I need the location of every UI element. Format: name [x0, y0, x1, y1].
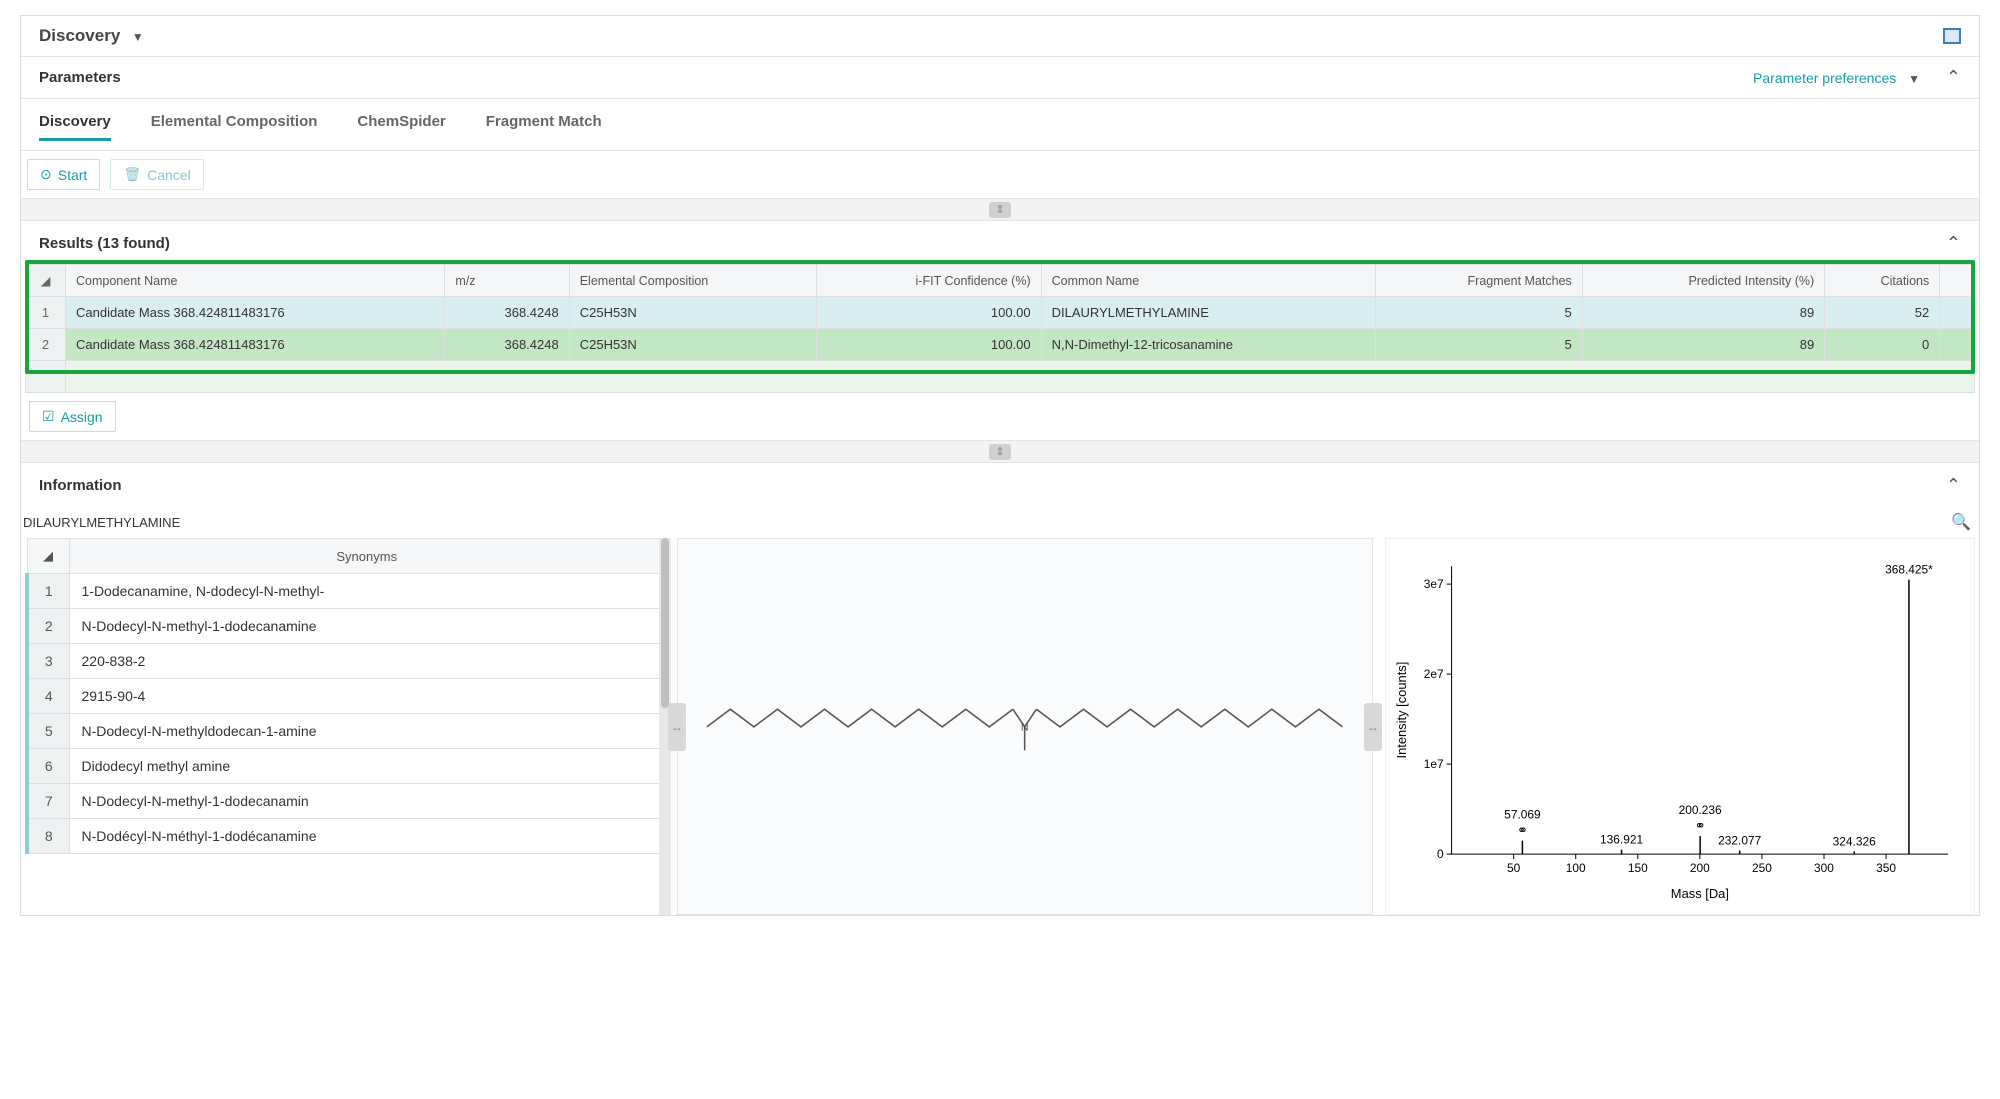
resize-handle-icon[interactable]: ↔ — [1364, 703, 1382, 751]
synonyms-table: ◢ Synonyms 11-Dodecanamine, N-dodecyl-N-… — [25, 538, 665, 854]
molecular-structure: N — [695, 668, 1354, 786]
window-icon[interactable] — [1943, 28, 1961, 44]
svg-text:N: N — [1021, 721, 1029, 733]
svg-text:100: 100 — [1566, 861, 1586, 875]
col-ifit[interactable]: i-FIT Confidence (%) — [816, 265, 1041, 297]
col-mz[interactable]: m/z — [445, 265, 569, 297]
collapse-parameters-icon[interactable]: ⌃ — [1946, 67, 1961, 87]
col-common-name[interactable]: Common Name — [1041, 265, 1375, 297]
list-item[interactable]: 2N-Dodecyl-N-methyl-1-dodecanamine — [27, 609, 665, 644]
col-synonyms[interactable]: Synonyms — [69, 539, 665, 574]
svg-text:57.069: 57.069 — [1504, 808, 1541, 822]
play-icon: ⊙ — [40, 166, 52, 183]
caret-down-icon: ▼ — [1908, 72, 1920, 86]
svg-text:1e7: 1e7 — [1424, 757, 1444, 771]
search-icon[interactable]: 🔍 — [1951, 512, 1971, 532]
compound-name: DILAURYLMETHYLAMINE — [23, 515, 180, 530]
svg-text:300: 300 — [1814, 861, 1834, 875]
svg-text:50: 50 — [1507, 861, 1521, 875]
svg-text:⚭: ⚭ — [1695, 818, 1706, 833]
synonyms-panel: ◢ Synonyms 11-Dodecanamine, N-dodecyl-N-… — [25, 538, 665, 915]
tab-chemspider[interactable]: ChemSpider — [357, 113, 445, 140]
col-citations[interactable]: Citations — [1825, 265, 1940, 297]
resize-handle-icon[interactable]: ↔ — [668, 703, 686, 751]
tab-elemental-composition[interactable]: Elemental Composition — [151, 113, 318, 140]
trash-icon: 🗑 — [123, 166, 141, 183]
svg-text:0: 0 — [1437, 847, 1444, 861]
split-handle[interactable]: ⇕ — [21, 198, 1979, 221]
svg-text:200.236: 200.236 — [1679, 803, 1722, 817]
results-table: ◢ Component Name m/z Elemental Compositi… — [25, 264, 1975, 393]
list-item[interactable]: 3220-838-2 — [27, 644, 665, 679]
mode-dropdown[interactable]: Discovery ▼ — [39, 26, 144, 46]
svg-text:Mass [Da]: Mass [Da] — [1671, 886, 1729, 901]
col-component-name[interactable]: Component Name — [66, 265, 445, 297]
svg-text:150: 150 — [1628, 861, 1648, 875]
svg-text:Intensity [counts]: Intensity [counts] — [1394, 662, 1409, 759]
svg-text:350: 350 — [1876, 861, 1896, 875]
check-icon: ☑ — [42, 408, 55, 425]
col-fragment-matches[interactable]: Fragment Matches — [1375, 265, 1582, 297]
caret-down-icon: ▼ — [132, 30, 144, 44]
svg-text:⚭: ⚭ — [1517, 823, 1528, 838]
list-item[interactable]: 6Didodecyl methyl amine — [27, 749, 665, 784]
list-item[interactable]: 7N-Dodecyl-N-methyl-1-dodecanamin — [27, 784, 665, 819]
structure-panel: ↔ N ↔ — [677, 538, 1373, 915]
table-row[interactable]: 1 Candidate Mass 368.424811483176 368.42… — [26, 297, 1975, 329]
svg-text:250: 250 — [1752, 861, 1772, 875]
list-item[interactable]: 11-Dodecanamine, N-dodecyl-N-methyl- — [27, 574, 665, 609]
split-handle[interactable]: ⇕ — [21, 440, 1979, 463]
col-predicted-intensity[interactable]: Predicted Intensity (%) — [1582, 265, 1824, 297]
table-row[interactable]: 2 Candidate Mass 368.424811483176 368.42… — [26, 329, 1975, 361]
parameters-title: Parameters — [39, 69, 121, 86]
svg-text:368.425*: 368.425* — [1885, 563, 1933, 577]
start-button[interactable]: ⊙ Start — [27, 159, 100, 190]
col-sort-icon[interactable]: ◢ — [27, 539, 69, 574]
list-item[interactable]: 8N-Dodécyl-N-méthyl-1-dodécanamine — [27, 819, 665, 854]
svg-text:136.921: 136.921 — [1600, 833, 1643, 847]
mass-spectrum-chart: 0 1e7 2e7 3e7 50 100 150 200 250 300 350 Mass [Da] I… — [1392, 545, 1968, 905]
tab-fragment-match[interactable]: Fragment Match — [486, 113, 602, 140]
col-elemental-composition[interactable]: Elemental Composition — [569, 265, 816, 297]
spectrum-panel: 0 1e7 2e7 3e7 50 100 150 200 250 300 350 Mass [Da] I… — [1385, 538, 1975, 915]
information-title: Information — [39, 477, 122, 494]
tab-discovery[interactable]: Discovery — [39, 113, 111, 140]
svg-text:200: 200 — [1690, 861, 1710, 875]
parameter-tabs: Discovery Elemental Composition ChemSpid… — [21, 99, 1979, 151]
table-row[interactable] — [26, 361, 1975, 393]
cancel-button: 🗑 Cancel — [110, 159, 203, 190]
collapse-results-icon[interactable]: ⌃ — [1946, 233, 1961, 254]
results-title: Results (13 found) — [39, 235, 170, 252]
collapse-information-icon[interactable]: ⌃ — [1946, 475, 1961, 496]
results-table-wrap: ◢ Component Name m/z Elemental Compositi… — [21, 264, 1979, 393]
list-item[interactable]: 5N-Dodecyl-N-methyldodecan-1-amine — [27, 714, 665, 749]
mode-label: Discovery — [39, 26, 120, 45]
svg-text:324.326: 324.326 — [1833, 834, 1876, 848]
col-sort-icon[interactable]: ◢ — [26, 265, 66, 297]
svg-text:3e7: 3e7 — [1424, 577, 1444, 591]
svg-text:232.077: 232.077 — [1718, 834, 1761, 848]
parameter-preferences-link[interactable]: Parameter preferences ▼ — [1753, 70, 1924, 86]
list-item[interactable]: 42915-90-4 — [27, 679, 665, 714]
svg-text:2e7: 2e7 — [1424, 667, 1444, 681]
assign-button[interactable]: ☑ Assign — [29, 401, 116, 432]
col-spacer — [1940, 265, 1975, 297]
